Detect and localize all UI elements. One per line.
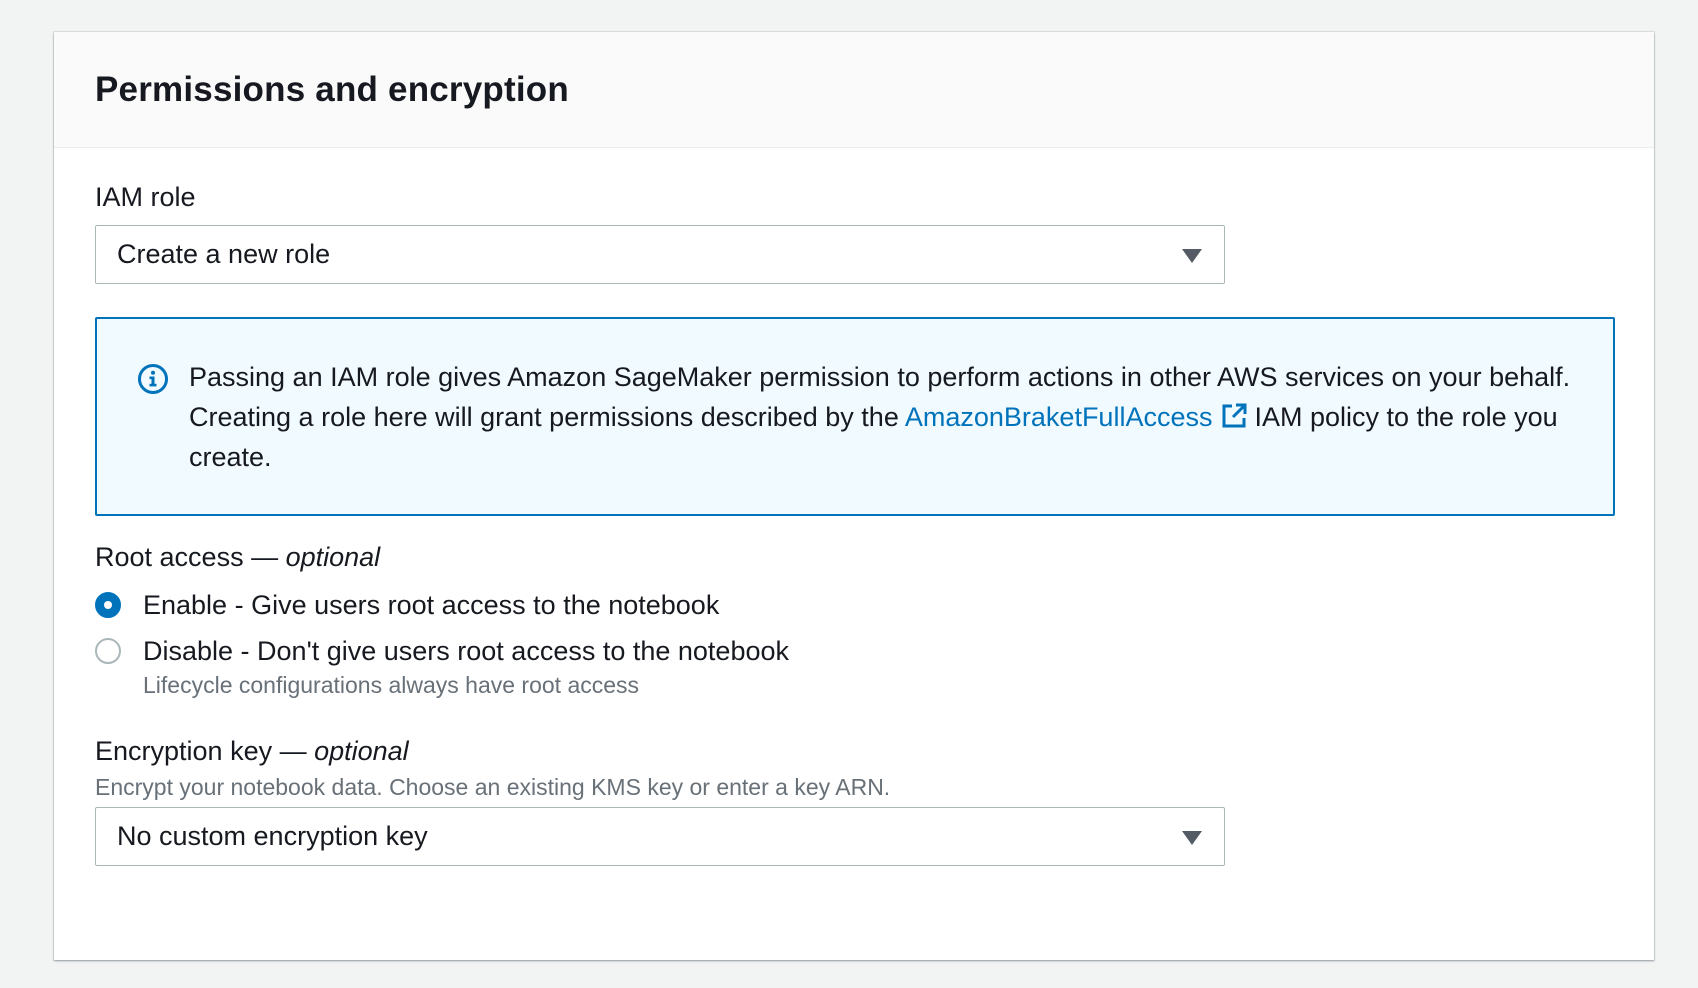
permissions-encryption-panel: Permissions and encryption IAM role Crea… (54, 32, 1654, 960)
disable-radio[interactable] (95, 638, 121, 664)
enable-radio-label: Enable - Give users root access to the n… (143, 589, 720, 620)
root-access-label-text: Root access — (95, 542, 286, 572)
disable-radio-label: Disable - Don't give users root access t… (143, 635, 789, 666)
encryption-key-label-text: Encryption key — (95, 736, 315, 766)
enable-radio[interactable] (95, 592, 121, 618)
root-access-disable-option[interactable]: Disable - Don't give users root access t… (95, 631, 789, 671)
caret-down-icon (1182, 830, 1202, 845)
panel-title: Permissions and encryption (95, 69, 569, 109)
encryption-key-optional: optional (314, 736, 409, 766)
caret-down-icon (1182, 248, 1202, 263)
root-access-label: Root access — optional (95, 542, 380, 573)
info-alert: Passing an IAM role gives Amazon SageMak… (95, 317, 1615, 516)
encryption-key-select[interactable]: No custom encryption key (95, 807, 1225, 866)
root-access-enable-option[interactable]: Enable - Give users root access to the n… (95, 585, 719, 625)
iam-role-select[interactable]: Create a new role (95, 225, 1225, 284)
root-access-optional: optional (285, 542, 381, 572)
info-link-label: AmazonBraketFullAccess (904, 402, 1213, 432)
iam-role-label: IAM role (95, 182, 196, 212)
amazon-braket-full-access-link[interactable]: AmazonBraketFullAccess (905, 402, 1255, 432)
info-alert-text: Passing an IAM role gives Amazon SageMak… (189, 357, 1573, 477)
encryption-key-label: Encryption key — optional (95, 736, 409, 767)
info-circle-icon (138, 364, 168, 394)
external-link-icon (1222, 403, 1247, 428)
iam-role-select-value: Create a new role (117, 239, 331, 269)
panel-header: Permissions and encryption (54, 32, 1654, 148)
disable-radio-description: Lifecycle configurations always have roo… (143, 672, 640, 698)
encryption-key-description: Encrypt your notebook data. Choose an ex… (95, 774, 891, 800)
encryption-key-select-value: No custom encryption key (117, 821, 428, 851)
